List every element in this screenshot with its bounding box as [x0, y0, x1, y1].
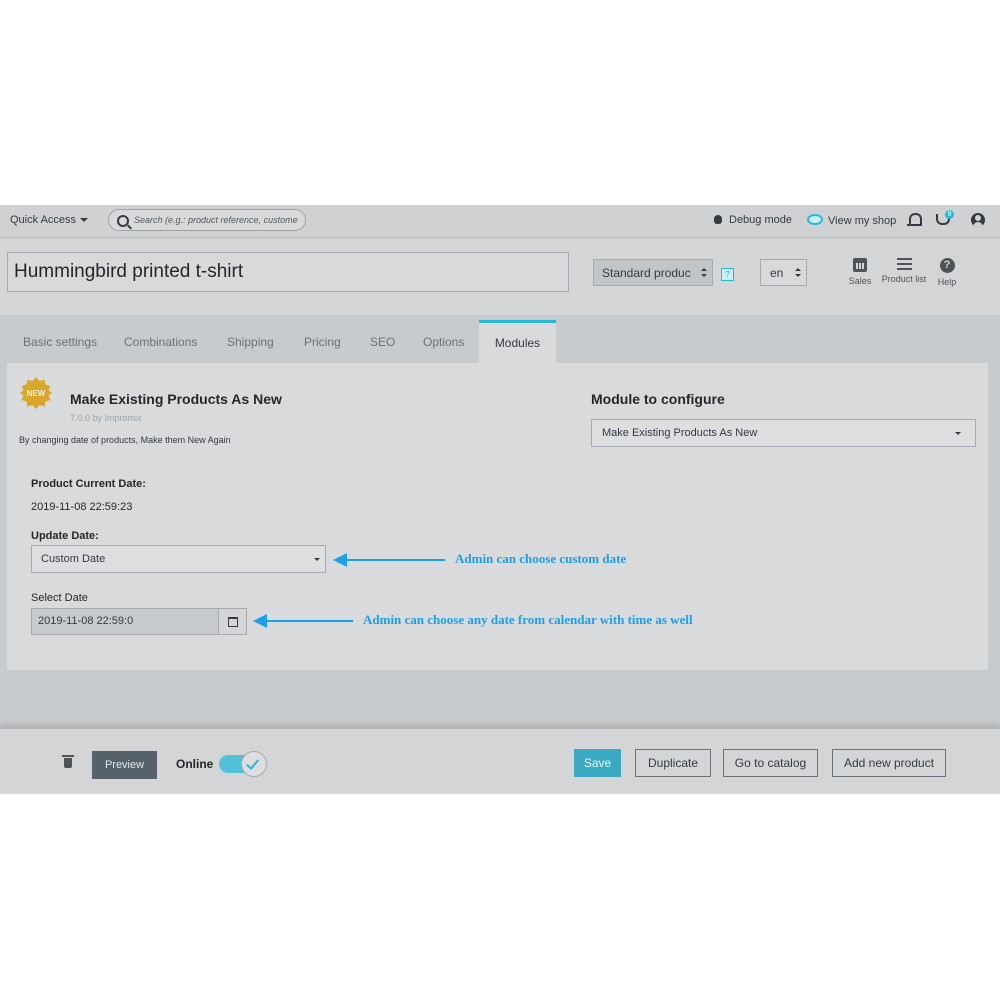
update-date-label: Update Date:: [31, 530, 99, 542]
current-date-value: 2019-11-08 22:59:23: [31, 501, 133, 513]
tab-shipping[interactable]: Shipping: [227, 335, 274, 349]
language-value: en: [770, 266, 784, 280]
debug-mode-label: Debug mode: [729, 214, 792, 226]
debug-mode-link[interactable]: Debug mode: [714, 214, 792, 226]
module-configure-value: Make Existing Products As New: [602, 427, 758, 439]
module-title: Make Existing Products As New: [70, 391, 282, 407]
tab-combinations[interactable]: Combinations: [124, 335, 197, 349]
update-date-value: Custom Date: [41, 553, 106, 565]
list-icon: [896, 258, 912, 270]
module-panel: NEW Make Existing Products As New 7.0.0 …: [7, 363, 988, 670]
product-list-label: Product list: [881, 274, 927, 284]
module-configure-select[interactable]: Make Existing Products As New: [591, 419, 976, 447]
caret-down-icon: [80, 218, 89, 223]
caret-down-icon: [314, 558, 320, 561]
product-header: Hummingbird printed t-shirt Standard pro…: [0, 238, 1000, 315]
view-shop-label: View my shop: [828, 215, 897, 227]
bug-icon: [714, 215, 722, 224]
top-bar: Quick Access Search (e.g.: product refer…: [0, 205, 1000, 238]
bar-chart-icon: [853, 258, 867, 272]
product-type-select[interactable]: Standard produc: [593, 259, 713, 286]
date-time-value: 2019-11-08 22:59:0: [38, 615, 134, 627]
add-new-product-button[interactable]: Add new product: [832, 749, 946, 777]
tab-pricing[interactable]: Pricing: [304, 335, 341, 349]
view-shop-link[interactable]: View my shop: [807, 214, 896, 227]
tab-seo[interactable]: SEO: [370, 335, 395, 349]
help-icon: ?: [939, 258, 955, 273]
caret-down-icon: [955, 432, 961, 435]
duplicate-button[interactable]: Duplicate: [635, 749, 711, 777]
online-label: Online: [176, 757, 214, 771]
screenshot-area: Quick Access Search (e.g.: product refer…: [0, 205, 1000, 794]
sales-label: Sales: [848, 276, 872, 286]
search-placeholder: Search (e.g.: product reference, custome: [134, 215, 298, 225]
updown-arrows-icon: [701, 268, 707, 277]
select-date-label: Select Date: [31, 592, 88, 604]
online-toggle[interactable]: [219, 751, 267, 777]
sales-link[interactable]: Sales: [847, 258, 873, 286]
help-label: Help: [937, 277, 957, 287]
trash-icon[interactable]: [62, 755, 74, 768]
annotation-arrow-icon: [333, 553, 445, 567]
calendar-icon: [228, 617, 238, 627]
module-description: By changing date of products, Make them …: [19, 435, 231, 445]
annotation-custom-date: Admin can choose custom date: [455, 551, 627, 566]
new-badge-icon: NEW: [19, 376, 53, 410]
date-time-input[interactable]: 2019-11-08 22:59:0: [31, 608, 247, 635]
current-date-label: Product Current Date:: [31, 478, 146, 490]
annotation-arrow-icon: [253, 614, 353, 628]
product-type-value: Standard produc: [602, 266, 691, 280]
bell-icon[interactable]: [907, 213, 922, 226]
go-to-catalog-button[interactable]: Go to catalog: [723, 749, 818, 777]
preview-button[interactable]: Preview: [92, 751, 157, 779]
module-version: 7.0.0 by Impromix: [70, 413, 142, 423]
search-icon: [117, 215, 129, 227]
product-name-field[interactable]: Hummingbird printed t-shirt: [7, 252, 569, 292]
product-footer: Preview Online Save Duplicate Go to cata…: [0, 727, 1000, 794]
help-link[interactable]: ? Help: [934, 258, 960, 287]
help-mark-icon[interactable]: ?: [721, 268, 734, 281]
configure-title: Module to configure: [591, 391, 725, 407]
save-button[interactable]: Save: [574, 749, 621, 777]
product-list-link[interactable]: Product list: [877, 258, 931, 284]
quick-access-label: Quick Access: [10, 214, 77, 226]
language-select[interactable]: en: [760, 259, 807, 286]
notification-badge: 9: [945, 210, 954, 219]
quick-access-dropdown[interactable]: Quick Access: [10, 214, 89, 226]
updown-arrows-icon: [795, 268, 801, 277]
eye-icon: [807, 214, 823, 225]
calendar-button[interactable]: [218, 609, 246, 634]
user-icon[interactable]: [971, 213, 985, 227]
product-tabs: Basic settings Combinations Shipping Pri…: [0, 320, 1000, 363]
annotation-calendar: Admin can choose any date from calendar …: [363, 612, 693, 627]
tab-basic-settings[interactable]: Basic settings: [23, 335, 97, 349]
search-input[interactable]: Search (e.g.: product reference, custome: [108, 209, 306, 231]
tab-modules[interactable]: Modules: [479, 320, 556, 363]
new-badge-text: NEW: [27, 389, 46, 398]
update-date-select[interactable]: Custom Date: [31, 545, 326, 573]
tab-options[interactable]: Options: [423, 335, 464, 349]
